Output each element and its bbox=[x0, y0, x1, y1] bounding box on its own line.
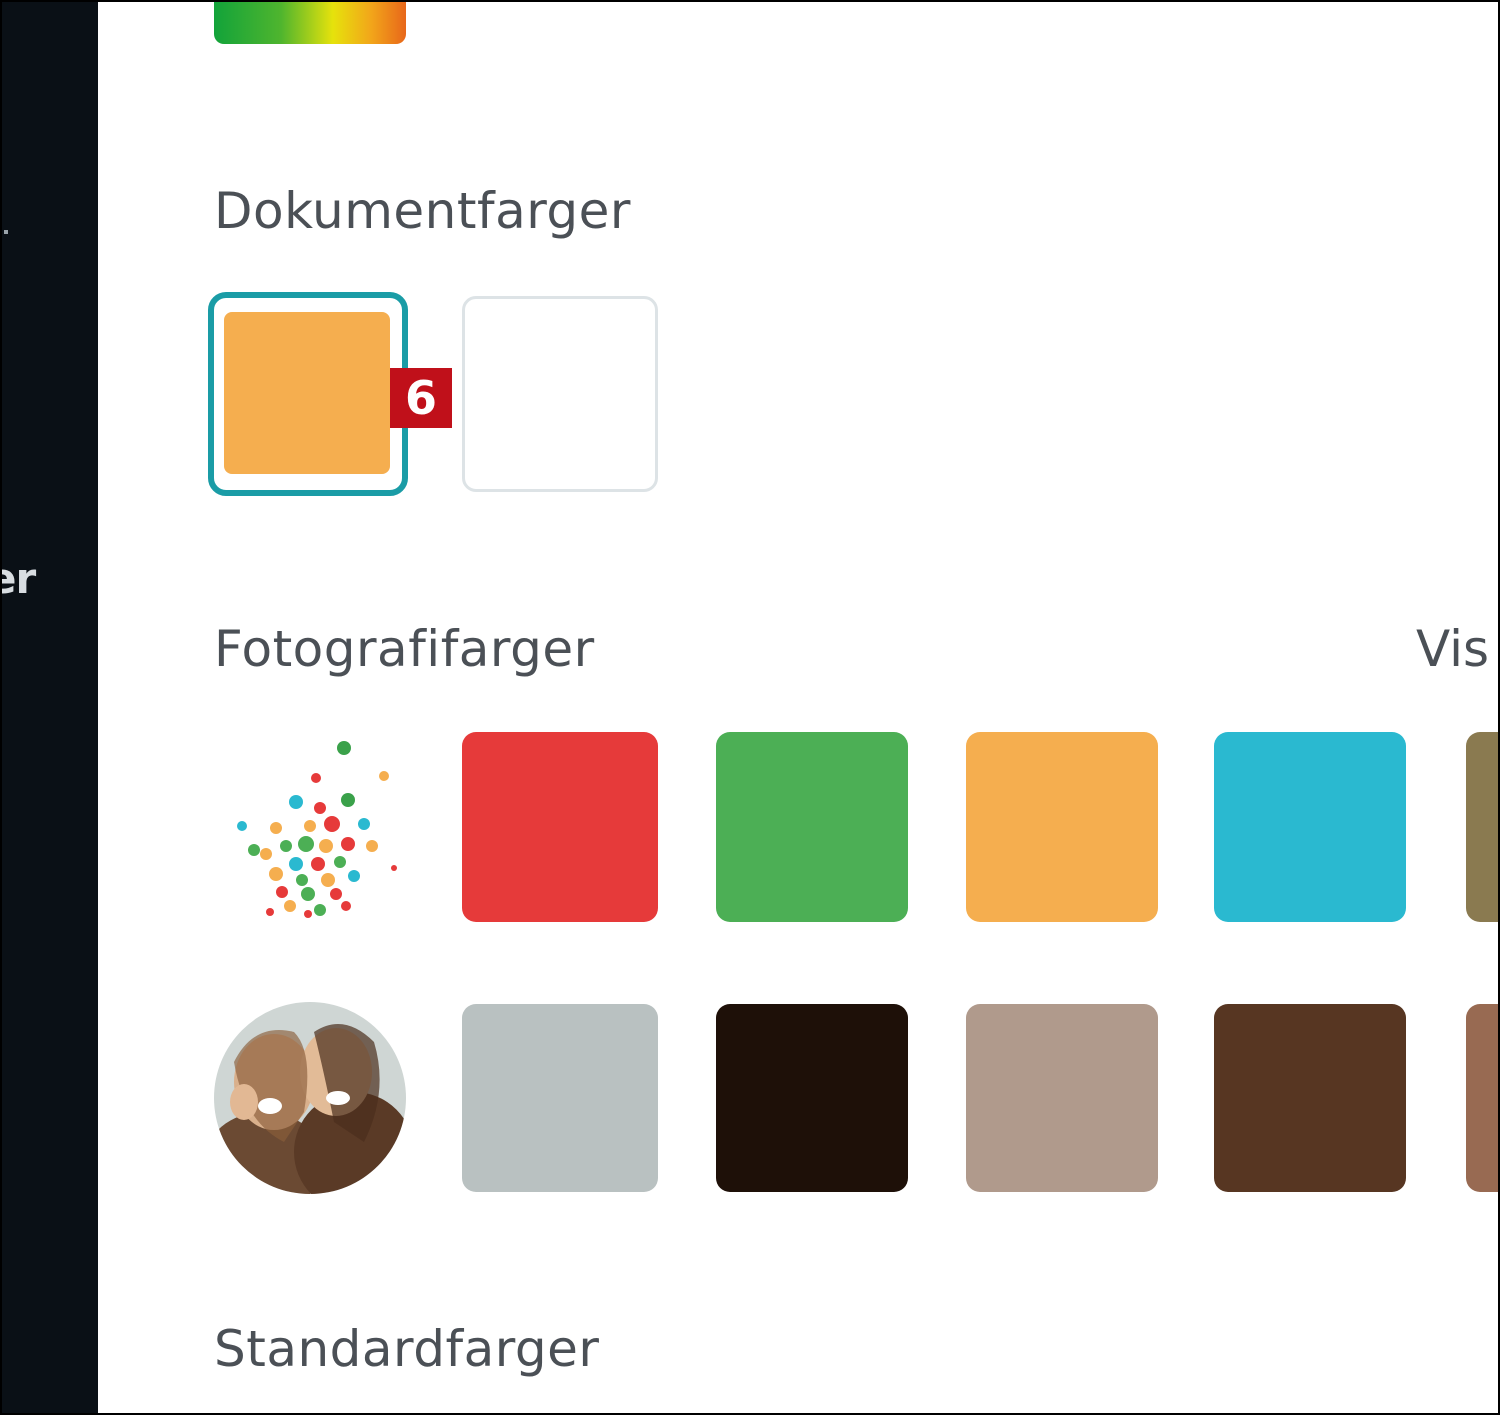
photo-color-swatch[interactable] bbox=[1214, 732, 1406, 922]
document-color-swatch-selected[interactable] bbox=[208, 292, 408, 496]
photo-color-swatch[interactable] bbox=[462, 732, 658, 922]
photo-color-swatch[interactable] bbox=[716, 732, 908, 922]
color-panel: Dokumentfarger 6 Fotografifarger Vis Sta… bbox=[98, 2, 1498, 1413]
usage-count-badge: 6 bbox=[390, 368, 452, 428]
color-picker-window: er Dokumentfarger 6 Fotografifarger Vis bbox=[0, 0, 1500, 1415]
document-color-fill bbox=[224, 312, 390, 474]
photo-color-swatch[interactable] bbox=[716, 1004, 908, 1192]
photo-color-swatch[interactable] bbox=[1466, 732, 1498, 922]
view-all-link[interactable]: Vis bbox=[1416, 620, 1489, 678]
confetti-photo-thumbnail[interactable] bbox=[224, 728, 414, 928]
photo-colors-title: Fotografifarger bbox=[214, 620, 595, 678]
photo-color-swatch[interactable] bbox=[966, 732, 1158, 922]
photo-color-swatch[interactable] bbox=[1466, 1004, 1498, 1192]
sidebar-marker bbox=[4, 230, 8, 234]
sidebar-item-label[interactable]: er bbox=[2, 554, 36, 603]
document-colors-title: Dokumentfarger bbox=[214, 182, 631, 240]
standard-colors-title: Standardfarger bbox=[214, 1320, 600, 1378]
left-sidebar: er bbox=[2, 2, 98, 1413]
document-color-swatch-white[interactable] bbox=[462, 296, 658, 492]
gradient-swatch[interactable] bbox=[214, 2, 406, 44]
two-women-photo-thumbnail[interactable] bbox=[214, 1002, 406, 1194]
photo-color-swatch[interactable] bbox=[1214, 1004, 1406, 1192]
photo-color-swatch[interactable] bbox=[462, 1004, 658, 1192]
photo-color-swatch[interactable] bbox=[966, 1004, 1158, 1192]
